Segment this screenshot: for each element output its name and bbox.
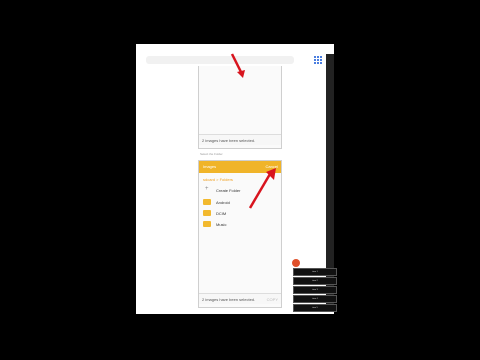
folder-item-music[interactable]: Music: [203, 220, 275, 229]
menu-item[interactable]: item 5: [293, 304, 337, 312]
folder-icon: [203, 221, 211, 227]
menu-item[interactable]: item 3: [293, 286, 337, 294]
red-arrow-icon: [230, 53, 245, 78]
side-menu: item 1 item 2 item 3 item 4 item 5: [293, 268, 337, 313]
menu-item[interactable]: item 4: [293, 295, 337, 303]
folder-icon: [203, 199, 211, 205]
apps-grid-icon[interactable]: [314, 56, 322, 64]
right-side-panel: [326, 54, 334, 304]
menu-item[interactable]: item 2: [293, 277, 337, 285]
red-arrow-icon: [248, 168, 276, 209]
caption: Select the Folder: [200, 152, 223, 156]
copy-button[interactable]: COPY: [267, 297, 278, 302]
app-title: Images: [203, 164, 217, 169]
breadcrumb[interactable]: sdcard > Folders: [203, 177, 233, 182]
selection-status: 2 images have been selected.: [202, 138, 256, 143]
address-bar[interactable]: [146, 56, 294, 64]
menu-item[interactable]: item 1: [293, 268, 337, 276]
avatar-icon[interactable]: [292, 259, 300, 267]
plus-icon: +: [205, 186, 209, 192]
selection-status: 2 images have been selected.: [202, 297, 256, 302]
folder-icon: [203, 210, 211, 216]
